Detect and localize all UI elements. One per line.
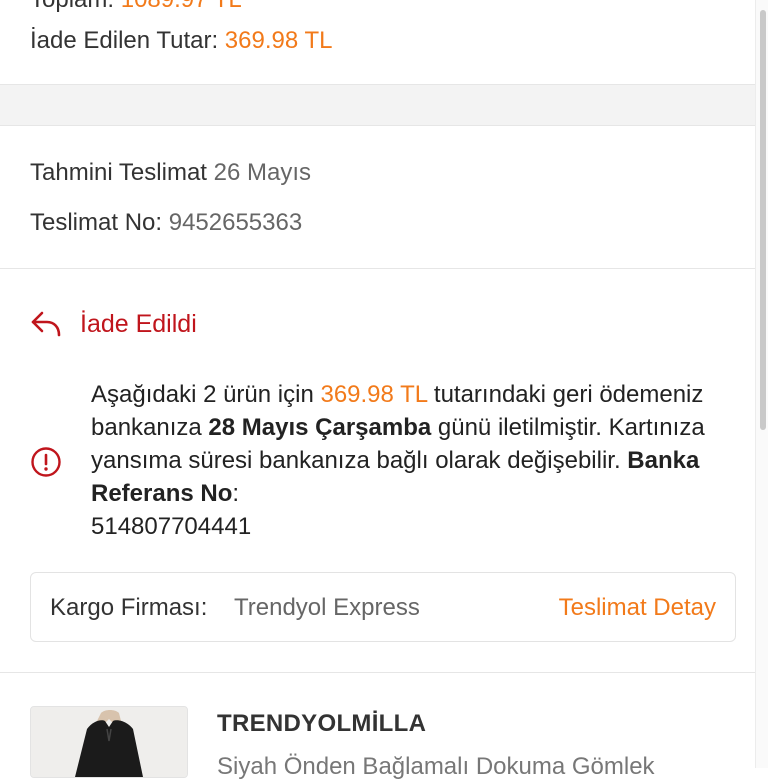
delivery-number-value: 9452655363 xyxy=(168,209,303,236)
return-arrow-icon xyxy=(31,311,61,337)
order-summary-section: Toplam: 1089.97 TL İade Edilen Tutar: 36… xyxy=(0,0,756,85)
refund-amount-value: 369.98 TL xyxy=(224,27,333,54)
status-row: İade Edildi xyxy=(30,306,197,342)
product-item[interactable]: TRENDYOLMİLLA Siyah Önden Bağlamalı Doku… xyxy=(0,672,756,780)
total-row: Toplam: 1089.97 TL xyxy=(30,0,242,14)
refund-amount-row: İade Edilen Tutar: 369.98 TL xyxy=(30,27,332,55)
bank-reference-colon: : xyxy=(232,480,240,507)
cargo-company-value: Trendyol Express xyxy=(234,594,420,621)
total-value: 1089.97 TL xyxy=(121,0,242,13)
scrollbar[interactable] xyxy=(755,0,768,768)
shirt-thumbnail-icon xyxy=(31,707,187,777)
total-label: Toplam: xyxy=(30,0,114,13)
estimated-delivery-row: Tahmini Teslimat 26 Mayıs xyxy=(30,159,311,187)
delivery-number-row: Teslimat No: 9452655363 xyxy=(30,209,302,237)
product-name[interactable]: Siyah Önden Bağlamalı Dokuma Gömlek xyxy=(217,753,655,781)
refund-amount-label: İade Edilen Tutar: xyxy=(30,27,219,54)
refund-info-amount: 369.98 TL xyxy=(320,381,428,408)
estimated-delivery-value: 26 Mayıs xyxy=(213,159,311,186)
delivery-number-label: Teslimat No: xyxy=(30,209,163,236)
estimated-delivery-label: Tahmini Teslimat xyxy=(30,159,207,186)
status-label: İade Edildi xyxy=(80,309,197,338)
product-brand: TRENDYOLMİLLA xyxy=(217,710,427,737)
refund-text-part1: Aşağıdaki 2 ürün için xyxy=(91,381,321,408)
cargo-card: Kargo Firması: Trendyol Express Teslimat… xyxy=(30,572,736,642)
refund-info-date: 28 Mayıs Çarşamba xyxy=(208,414,432,441)
cargo-company-label: Kargo Firması: xyxy=(50,594,208,621)
product-image[interactable] xyxy=(30,706,188,778)
info-circle-icon xyxy=(31,447,61,477)
delivery-info-section: Tahmini Teslimat 26 Mayıs Teslimat No: 9… xyxy=(0,126,756,269)
refund-info-text: Aşağıdaki 2 ürün için 369.98 TL tutarınd… xyxy=(91,378,731,543)
scrollbar-thumb[interactable] xyxy=(760,10,766,430)
delivery-detail-link[interactable]: Teslimat Detay xyxy=(559,594,716,622)
section-divider xyxy=(0,85,756,126)
bank-reference-value: 514807704441 xyxy=(91,513,252,540)
